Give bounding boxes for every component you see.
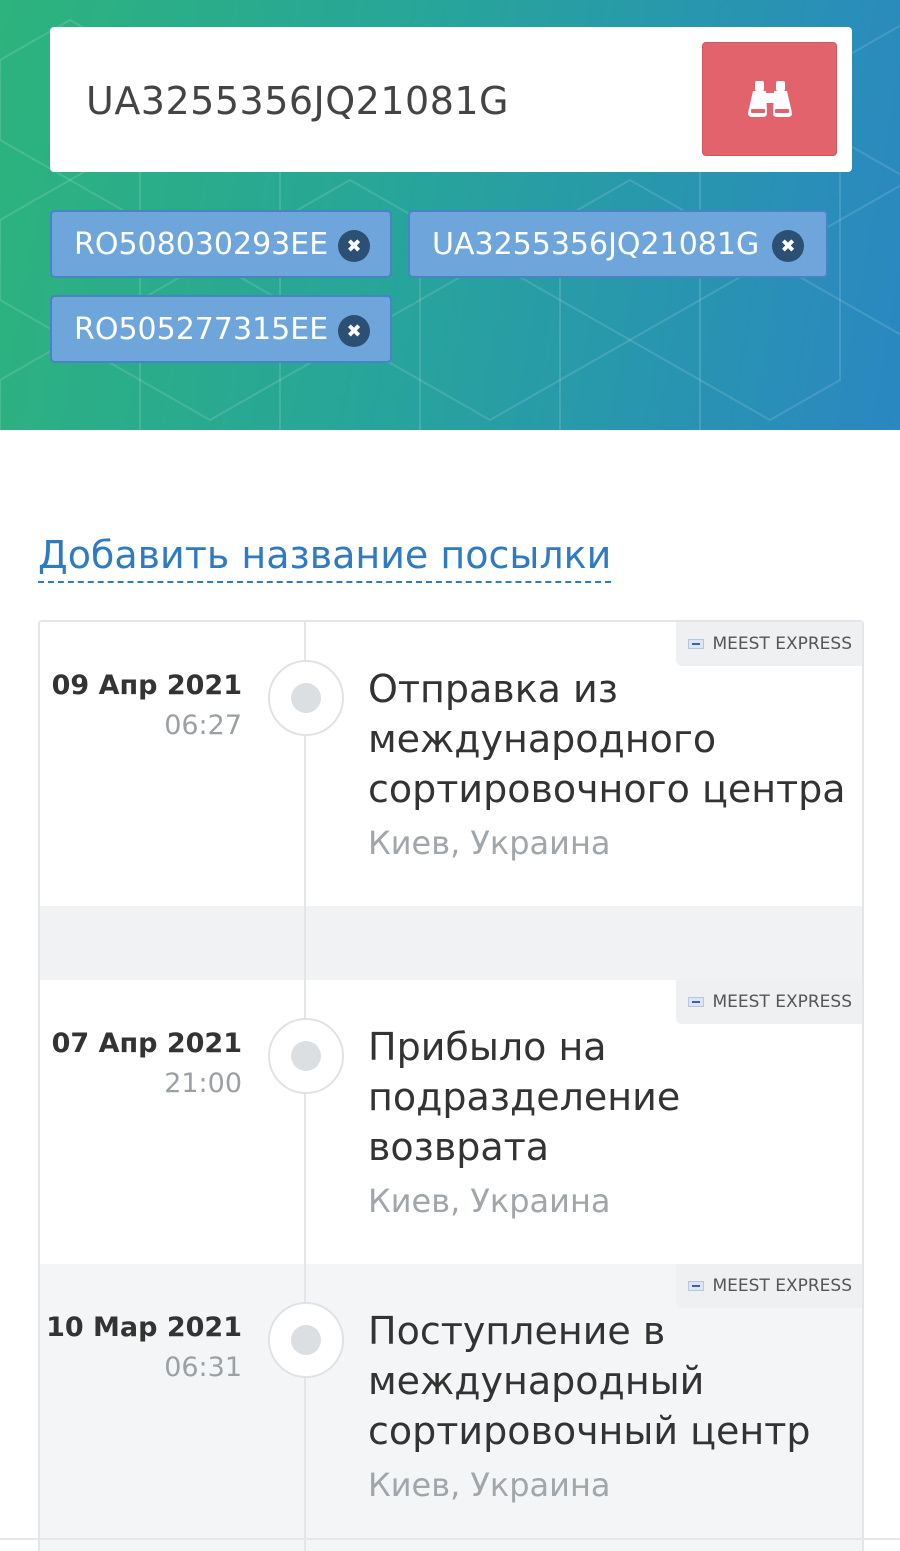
carrier-name: MEEST EXPRESS — [712, 992, 852, 1012]
event-time: 06:31 — [164, 1352, 242, 1383]
event-location: Киев, Украина — [368, 1182, 611, 1220]
carrier-logo-icon — [688, 997, 705, 1007]
tracking-timeline: MEEST EXPRESS 09 Апр 2021 06:27 Отправка… — [38, 620, 864, 1551]
tracking-event: MEEST EXPRESS 09 Апр 2021 06:27 Отправка… — [40, 622, 862, 906]
tracking-number-input[interactable] — [86, 71, 686, 131]
tracking-chip[interactable]: RO505277315EE ✖ — [50, 295, 392, 363]
event-date: 07 Апр 2021 — [51, 1028, 242, 1059]
carrier-badge: MEEST EXPRESS — [676, 622, 862, 666]
bottom-divider — [0, 1538, 900, 1540]
event-time: 21:00 — [164, 1068, 242, 1099]
close-icon[interactable]: ✖ — [772, 230, 804, 262]
chip-label: UA3255356JQ21081G — [432, 226, 760, 262]
timeline-dot-icon — [268, 1018, 344, 1094]
chip-label: RO505277315EE — [74, 311, 329, 347]
event-status: Поступление в международный сортировочны… — [368, 1309, 811, 1453]
event-status: Отправка из международного сортировочног… — [368, 667, 846, 811]
event-location: Киев, Украина — [368, 824, 611, 862]
carrier-badge: MEEST EXPRESS — [676, 1264, 862, 1308]
event-date: 10 Мар 2021 — [46, 1312, 242, 1343]
tracking-event: MEEST EXPRESS 10 Мар 2021 06:31 Поступле… — [40, 1264, 862, 1551]
timeline-dot-icon — [268, 660, 344, 736]
close-icon[interactable]: ✖ — [338, 230, 370, 262]
close-icon[interactable]: ✖ — [338, 315, 370, 347]
event-date: 09 Апр 2021 — [51, 670, 242, 701]
tracking-chip[interactable]: UA3255356JQ21081G ✖ — [408, 210, 828, 278]
carrier-name: MEEST EXPRESS — [712, 634, 852, 654]
tracking-event: MEEST EXPRESS 07 Апр 2021 21:00 Прибыло … — [40, 980, 862, 1264]
search-box — [50, 27, 852, 172]
event-time: 06:27 — [164, 710, 242, 741]
event-status: Прибыло на подразделение возврата — [368, 1025, 681, 1169]
search-button[interactable] — [702, 42, 837, 156]
event-location: Киев, Украина — [368, 1466, 611, 1504]
carrier-logo-icon — [688, 639, 705, 649]
search-header: RO508030293EE ✖ UA3255356JQ21081G ✖ RO50… — [0, 0, 900, 430]
tracking-chip[interactable]: RO508030293EE ✖ — [50, 210, 392, 278]
carrier-name: MEEST EXPRESS — [712, 1276, 852, 1296]
binoculars-icon — [747, 81, 792, 117]
timeline-separator — [40, 906, 862, 980]
add-parcel-name-link[interactable]: Добавить название посылки — [38, 533, 612, 583]
carrier-logo-icon — [688, 1281, 705, 1291]
chip-label: RO508030293EE — [74, 226, 329, 262]
timeline-dot-icon — [268, 1302, 344, 1378]
carrier-badge: MEEST EXPRESS — [676, 980, 862, 1024]
